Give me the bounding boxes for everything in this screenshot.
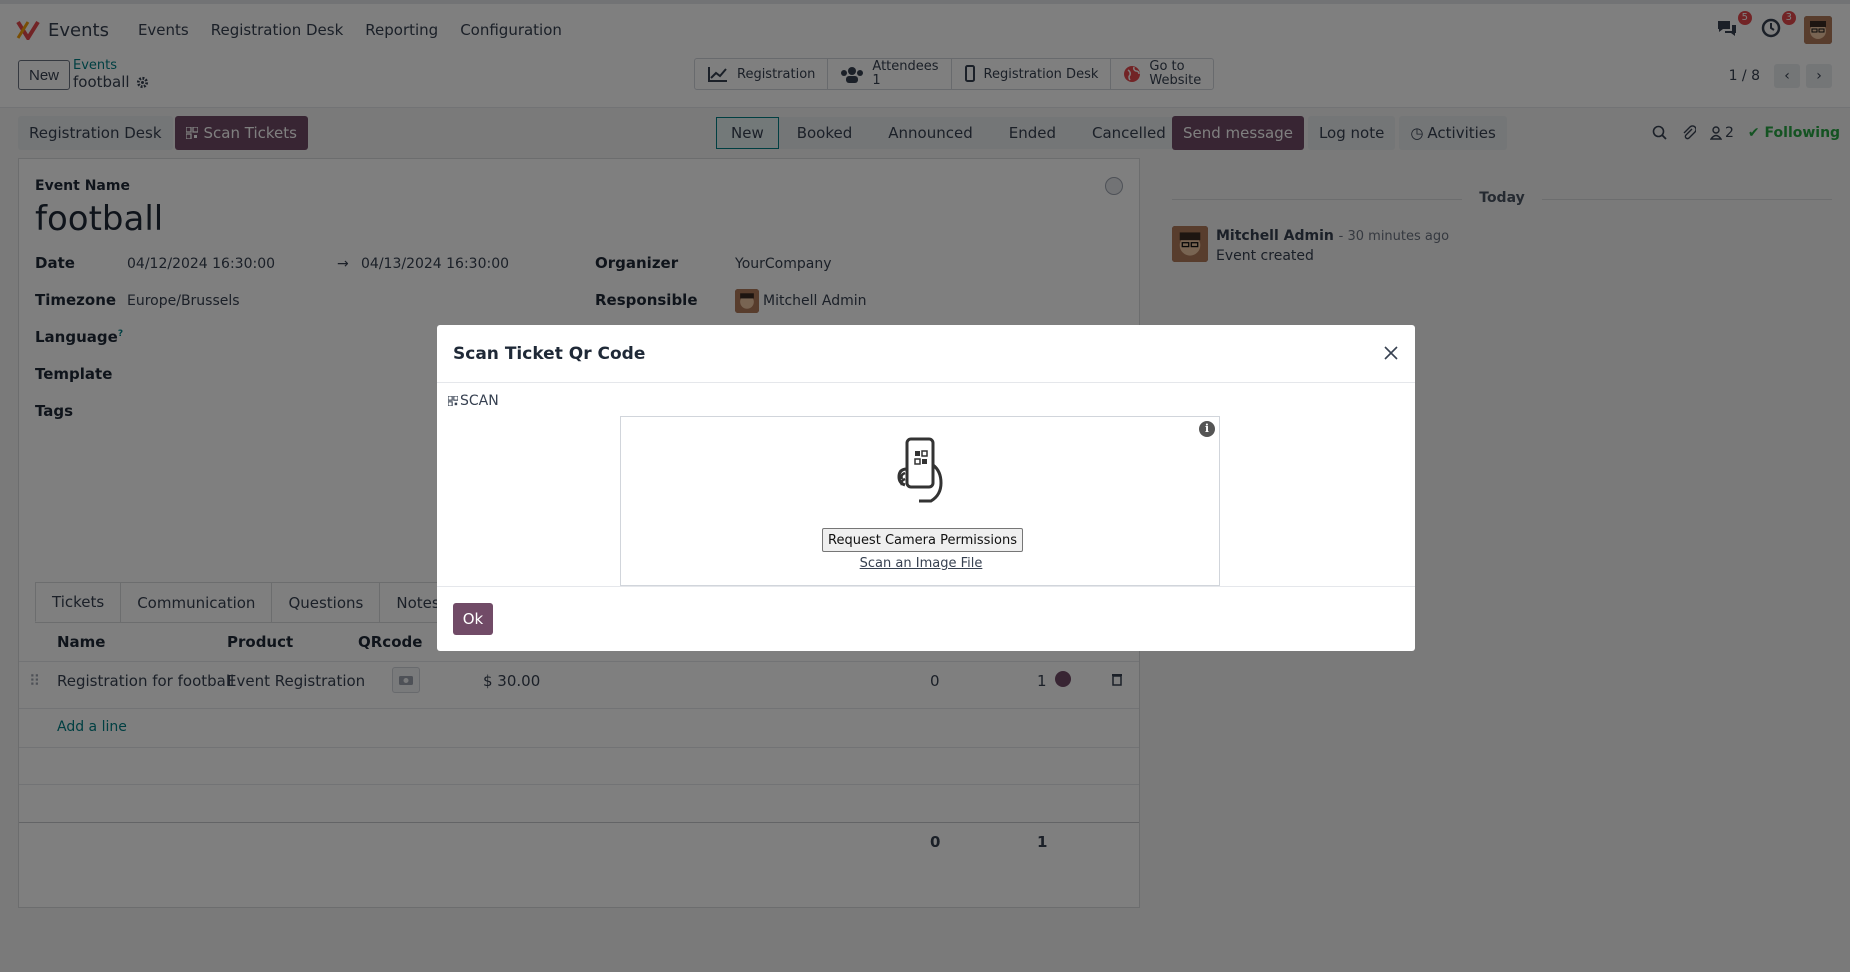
qrcode-icon bbox=[448, 396, 458, 406]
dialog-title: Scan Ticket Qr Code bbox=[453, 343, 646, 364]
request-camera-permissions-button[interactable]: Request Camera Permissions bbox=[822, 528, 1023, 552]
close-icon[interactable] bbox=[1381, 343, 1401, 363]
dialog-footer: Ok bbox=[437, 586, 1415, 651]
scan-ticket-dialog: Scan Ticket Qr Code SCAN i Request Camer… bbox=[437, 325, 1415, 651]
scan-label-text: SCAN bbox=[460, 393, 499, 409]
ok-button[interactable]: Ok bbox=[453, 603, 493, 635]
qr-scanner-region: i Request Camera Permissions Scan an Ima… bbox=[620, 416, 1220, 586]
dialog-header: Scan Ticket Qr Code bbox=[437, 325, 1415, 383]
scan-field-label: SCAN bbox=[448, 393, 499, 409]
info-icon[interactable]: i bbox=[1199, 421, 1215, 437]
scan-image-file-link[interactable]: Scan an Image File bbox=[621, 556, 1221, 571]
phone-qr-scan-icon bbox=[897, 437, 943, 503]
